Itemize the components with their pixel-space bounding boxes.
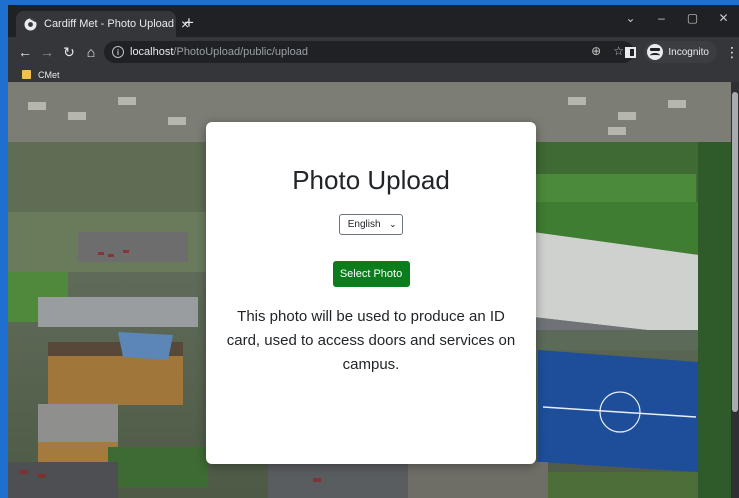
- tab-search-chevron-icon[interactable]: ⌄: [615, 5, 646, 31]
- chrome-favicon-icon: [24, 17, 37, 31]
- chevron-down-icon: ⌄: [389, 220, 397, 229]
- tab-title: Cardiff Met - Photo Upload: [44, 18, 175, 30]
- language-select[interactable]: English ⌄: [338, 214, 404, 235]
- tab-cardiff-met-photo-upload[interactable]: Cardiff Met - Photo Upload ×: [16, 11, 189, 37]
- incognito-label: Incognito: [668, 46, 709, 58]
- window-controls: ⌄ – ▢ ✕: [615, 5, 739, 31]
- address-bar[interactable]: i localhost/PhotoUpload/public/upload ⊕ …: [104, 41, 634, 63]
- language-value: English: [347, 219, 381, 230]
- browser-window: Cardiff Met - Photo Upload × + ⌄ – ▢ ✕ ←…: [8, 5, 739, 498]
- bookmark-folder-icon: [22, 70, 31, 79]
- more-menu-icon[interactable]: ⋮: [725, 44, 739, 61]
- upload-card: Photo Upload English ⌄ Select Photo This …: [206, 122, 536, 464]
- incognito-icon: [647, 44, 664, 60]
- forward-arrow-icon[interactable]: →: [36, 41, 58, 63]
- bookmarks-bar: CMet: [8, 67, 739, 82]
- page-title: Photo Upload: [292, 165, 450, 195]
- side-panel-icon[interactable]: [625, 46, 637, 58]
- minimize-icon[interactable]: –: [646, 5, 677, 31]
- close-window-icon[interactable]: ✕: [708, 5, 739, 31]
- reload-icon[interactable]: ↻: [58, 41, 80, 63]
- bookmark-cmet[interactable]: CMet: [22, 70, 60, 80]
- incognito-badge[interactable]: Incognito: [644, 41, 717, 63]
- bookmark-label: CMet: [38, 69, 60, 80]
- back-arrow-icon[interactable]: ←: [14, 41, 36, 63]
- bookmark-star-icon[interactable]: ☆: [613, 44, 624, 58]
- zoom-icon[interactable]: ⊕: [591, 44, 601, 58]
- address-url[interactable]: localhost/PhotoUpload/public/upload: [130, 46, 308, 58]
- browser-toolbar: ← → ↻ ⌂ i localhost/PhotoUpload/public/u…: [8, 37, 739, 67]
- site-info-icon[interactable]: i: [112, 46, 124, 58]
- maximize-icon[interactable]: ▢: [677, 5, 708, 31]
- page-viewport: Photo Upload English ⌄ Select Photo This …: [8, 82, 739, 498]
- upload-description: This photo will be used to produce an ID…: [226, 308, 516, 373]
- scrollbar-thumb[interactable]: [732, 92, 738, 412]
- new-tab-button[interactable]: +: [184, 14, 194, 31]
- select-photo-button[interactable]: Select Photo: [332, 261, 410, 287]
- home-icon[interactable]: ⌂: [80, 41, 102, 63]
- page-scrollbar[interactable]: [731, 82, 739, 498]
- tab-strip: Cardiff Met - Photo Upload × + ⌄ – ▢ ✕: [8, 5, 739, 37]
